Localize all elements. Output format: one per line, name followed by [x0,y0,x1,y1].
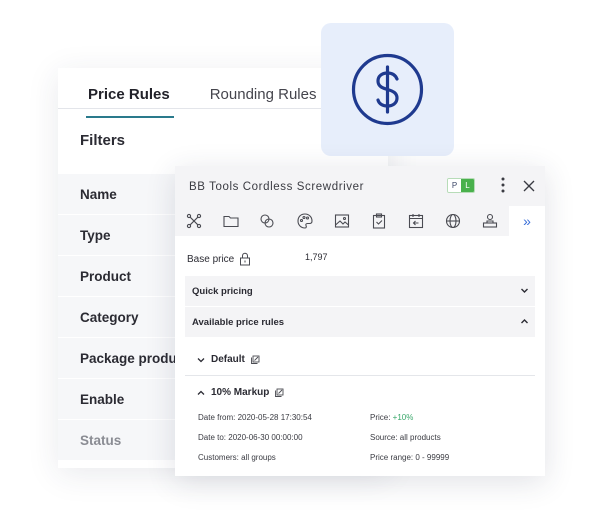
tab-bar: Price Rules Rounding Rules [86,86,356,118]
rule-price-value: +10% [392,413,414,422]
window-header: BB Tools Cordless Screwdriver P L [175,166,545,206]
base-price-value: 1,797 [305,252,328,262]
rule-price-range: Price range: 0 - 99999 [370,453,450,462]
nodes-icon[interactable] [185,212,203,230]
language-badges[interactable]: P L [447,178,475,193]
rule-source: Source: all products [370,433,441,442]
rule-date-from: Date from: 2020-05-28 17:30:54 [198,413,312,422]
chevron-up-icon [521,319,528,324]
globe-icon[interactable] [444,212,462,230]
dollar-circle-icon [351,53,424,126]
close-icon[interactable] [522,179,536,193]
chevron-down-icon [197,357,205,362]
quick-pricing-label: Quick pricing [192,285,253,297]
rule-markup-header[interactable]: 10% Markup [197,387,284,398]
rule-date-to: Date to: 2020-06-30 00:00:00 [198,433,303,442]
available-price-rules-label: Available price rules [192,316,285,328]
tab-rounding-rules[interactable]: Rounding Rules [210,86,317,110]
chevron-up-icon [197,390,205,395]
open-external-icon[interactable] [274,388,284,398]
lock-icon[interactable] [239,252,251,266]
more-options-icon[interactable] [497,176,509,194]
product-toolbar: » [175,206,545,236]
rule-customers: Customers: all groups [198,453,276,462]
lang-badge-p[interactable]: P [448,179,461,192]
palette-icon[interactable] [296,212,314,230]
pricing-content: Base price 1,797 Quick pricing Available… [175,236,545,476]
image-icon[interactable] [333,212,351,230]
rule-price-label: Price: [370,413,393,422]
rule-divider [185,375,535,376]
clipboard-check-icon[interactable] [370,212,388,230]
chevron-down-icon [521,288,528,293]
calendar-back-icon[interactable] [407,212,425,230]
tab-price-rules[interactable]: Price Rules [86,86,174,118]
pricing-illustration-card [321,23,454,156]
rule-default-header[interactable]: Default [197,354,260,365]
user-stand-icon[interactable] [481,212,499,230]
rule-default-label: Default [211,354,245,365]
quick-pricing-section[interactable]: Quick pricing [185,276,535,306]
lang-badge-l[interactable]: L [461,179,474,192]
link-icon[interactable] [258,212,276,230]
open-external-icon[interactable] [250,355,260,365]
available-price-rules-section[interactable]: Available price rules [185,307,535,337]
rule-price: Price: +10% [370,413,413,422]
product-title: BB Tools Cordless Screwdriver [189,181,365,193]
more-tabs-button[interactable]: » [509,206,545,236]
base-price-row: Base price 1,797 [187,250,328,268]
filters-title: Filters [80,132,126,149]
base-price-label: Base price [187,253,235,265]
product-window: BB Tools Cordless Screwdriver P L » Base… [175,166,545,476]
folder-icon[interactable] [222,212,240,230]
rule-markup-label: 10% Markup [211,387,270,398]
